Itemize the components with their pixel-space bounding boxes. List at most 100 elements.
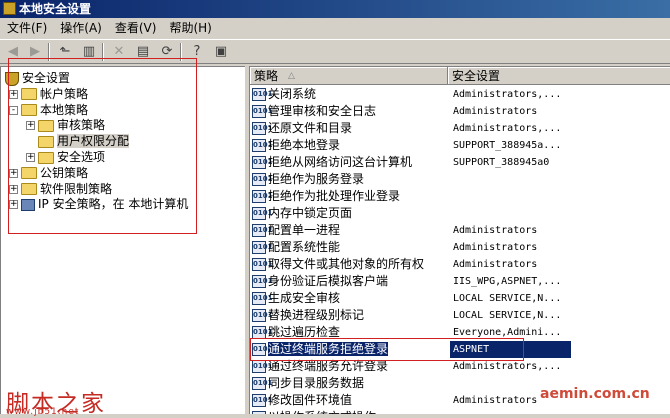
column-header-policy-label: 策略 <box>254 69 279 83</box>
table-row[interactable]: 0101替换进程级别标记 LOCAL SERVICE,N... <box>250 307 670 324</box>
title-bar: 本地安全设置 <box>0 0 670 18</box>
tree-item-label: 安全设置 <box>22 71 71 85</box>
policy-icon: 0101 <box>252 275 272 288</box>
policy-cell: 0101拒绝从网络访问这台计算机 <box>252 154 412 171</box>
table-row[interactable]: 0101拒绝从网络访问这台计算机 SUPPORT_388945a0 <box>250 154 670 171</box>
policy-name: 身份验证后模拟客户端 <box>268 274 389 288</box>
policy-cell: 0101生成安全审核 <box>252 290 340 307</box>
column-header-policy[interactable]: 策略 △ <box>250 67 448 85</box>
folder-icon <box>21 183 37 196</box>
policy-name: 配置系统性能 <box>268 240 341 254</box>
menu-help[interactable]: 帮助(H) <box>162 18 217 39</box>
policy-name: 通过终端服务允许登录 <box>268 359 389 373</box>
table-row[interactable]: 0101拒绝本地登录 SUPPORT_388945a... <box>250 137 670 154</box>
tree-item[interactable]: 安全设置 <box>5 70 70 86</box>
table-row[interactable]: 0101配置系统性能 Administrators <box>250 239 670 256</box>
table-row[interactable]: 0101通过终端服务允许登录 Administrators,... <box>250 358 670 375</box>
table-row[interactable]: 0101还原文件和目录 Administrators,... <box>250 120 670 137</box>
refresh-icon[interactable]: ⟳ <box>158 43 176 60</box>
policy-icon: 0101 <box>252 224 272 237</box>
table-row[interactable]: 0101管理审核和安全日志 Administrators <box>250 103 670 120</box>
policy-cell: 0101以操作系统方式操作 <box>252 409 376 414</box>
table-row[interactable]: 0101拒绝作为服务登录 <box>250 171 670 188</box>
expand-icon[interactable]: + <box>26 153 35 162</box>
delete-icon[interactable]: ✕ <box>110 43 128 60</box>
menu-view[interactable]: 查看(V) <box>108 18 163 39</box>
table-row[interactable]: 0101关闭系统 Administrators,... <box>250 86 670 103</box>
menu-file[interactable]: 文件(F) <box>0 18 53 39</box>
table-row[interactable]: 0101取得文件或其他对象的所有权 Administrators <box>250 256 670 273</box>
policy-icon: 0101 <box>252 190 272 203</box>
help-icon[interactable]: ? <box>188 43 206 60</box>
policy-icon: 0101 <box>252 139 272 152</box>
setting-value: Administrators <box>453 106 538 117</box>
up-folder-icon[interactable]: ⬑ <box>56 43 74 60</box>
folder-icon <box>21 104 37 117</box>
policy-icon: 0101 <box>252 377 272 390</box>
expand-icon[interactable]: + <box>9 200 18 210</box>
tree-item[interactable]: + 帐户策略 <box>9 86 88 102</box>
watermark-site: aemin.com.cn <box>540 386 650 402</box>
policy-cell: 0101修改固件环境值 <box>252 392 352 409</box>
table-row[interactable]: 0101通过终端服务拒绝登录 ASPNET <box>250 341 670 358</box>
policy-name: 取得文件或其他对象的所有权 <box>268 257 425 271</box>
table-row[interactable]: 0101内存中锁定页面 <box>250 205 670 222</box>
setting-value: LOCAL SERVICE,N... <box>453 310 562 321</box>
menu-bar: 文件(F) 操作(A) 查看(V) 帮助(H) <box>0 18 670 39</box>
table-row[interactable]: 0101拒绝作为批处理作业登录 <box>250 188 670 205</box>
tree-item[interactable]: + 软件限制策略 <box>9 181 112 197</box>
policy-name: 同步目录服务数据 <box>268 376 365 390</box>
properties-icon[interactable]: ▤ <box>134 43 152 60</box>
policy-cell: 0101拒绝作为批处理作业登录 <box>252 188 400 205</box>
expand-icon[interactable]: + <box>9 184 18 194</box>
show-hide-action-pane-icon[interactable]: ▣ <box>212 43 230 60</box>
expand-icon[interactable]: + <box>26 121 35 131</box>
policy-cell: 0101替换进程级别标记 <box>252 307 364 324</box>
setting-value: Administrators <box>453 225 538 236</box>
table-row[interactable]: 0101配置单一进程 Administrators <box>250 222 670 239</box>
sort-ascending-icon: △ <box>288 71 295 81</box>
tree-item-label: IP 安全策略，在 本地计算机 <box>38 197 189 212</box>
policy-name: 跳过遍历检查 <box>268 325 341 339</box>
policy-list: 策略 △ 安全设置 0101关闭系统 Administrators,... 0101… <box>249 66 670 414</box>
policy-name: 还原文件和目录 <box>268 121 353 135</box>
tree-item-label: 用户权限分配 <box>57 134 130 149</box>
back-arrow-icon[interactable]: ◀ <box>4 43 22 60</box>
policy-icon: 0101 <box>252 394 272 407</box>
policy-icon: 0101 <box>252 156 272 169</box>
policy-name: 拒绝从网络访问这台计算机 <box>268 155 413 169</box>
forward-arrow-icon[interactable]: ▶ <box>26 43 44 60</box>
policy-icon: 0101 <box>252 326 272 339</box>
tree-item[interactable]: 用户权限分配 <box>26 133 130 149</box>
tree-item[interactable]: + IP 安全策略，在 本地计算机 <box>9 196 188 212</box>
policy-cell: 0101配置系统性能 <box>252 239 340 256</box>
expand-icon[interactable]: + <box>9 89 18 99</box>
policy-name: 管理审核和安全日志 <box>268 104 377 118</box>
shield-icon <box>5 71 19 86</box>
table-row[interactable]: 0101生成安全审核 LOCAL SERVICE,N... <box>250 290 670 307</box>
folder-icon <box>38 135 54 148</box>
setting-value: SUPPORT_388945a0 <box>453 157 550 168</box>
column-header-setting[interactable]: 安全设置 <box>448 67 670 85</box>
console-tree: 安全设置 + 帐户策略 - 本地策略 + 审核策略 用户权限分配 + 安全选项 + 公钥策略 + 软件限制… <box>0 66 245 414</box>
policy-cell: 0101还原文件和目录 <box>252 120 352 137</box>
expand-icon[interactable]: + <box>9 168 18 178</box>
policy-icon: 0101 <box>252 292 272 305</box>
folder-icon <box>21 88 37 101</box>
tree-item[interactable]: - 本地策略 <box>9 102 88 118</box>
policy-name: 拒绝作为批处理作业登录 <box>268 189 401 203</box>
tree-item[interactable]: + 安全选项 <box>26 149 105 165</box>
computer-icon <box>21 198 35 211</box>
menu-action[interactable]: 操作(A) <box>53 18 108 39</box>
table-row[interactable]: 0101跳过遍历检查 Everyone,Admini... <box>250 324 670 341</box>
tree-item-label: 本地策略 <box>40 102 89 117</box>
tree-item[interactable]: + 审核策略 <box>26 117 105 133</box>
show-hide-tree-icon[interactable]: ▥ <box>80 43 98 60</box>
policy-name: 拒绝作为服务登录 <box>268 172 365 186</box>
collapse-icon[interactable]: - <box>9 105 18 115</box>
toolbar-separator <box>102 43 104 61</box>
tree-item[interactable]: + 公钥策略 <box>9 165 88 181</box>
watermark-url: www.jb51.net <box>6 407 80 417</box>
table-row[interactable]: 0101以操作系统方式操作 <box>250 409 670 414</box>
table-row[interactable]: 0101身份验证后模拟客户端 IIS_WPG,ASPNET,... <box>250 273 670 290</box>
